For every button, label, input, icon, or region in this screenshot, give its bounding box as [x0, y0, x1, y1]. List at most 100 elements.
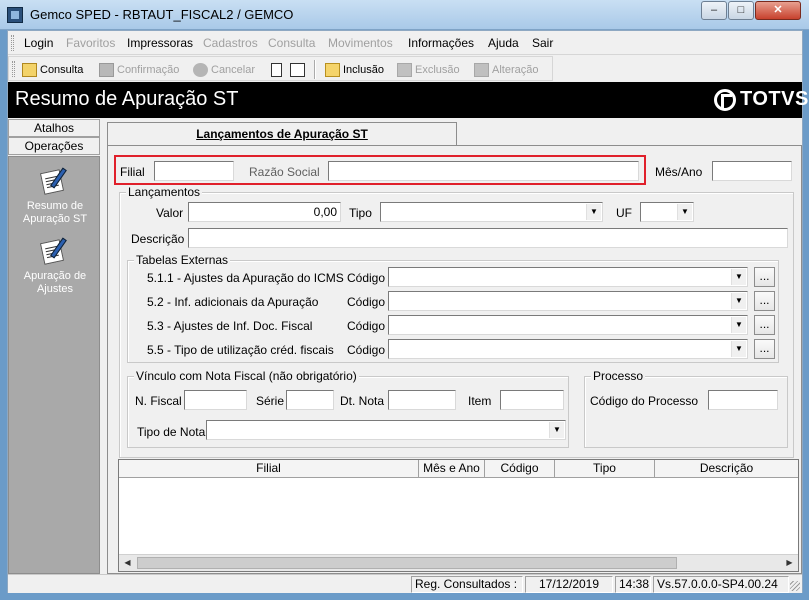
tabela-5-5-select[interactable]: ▼	[388, 339, 748, 359]
menu-informacoes[interactable]: Informações	[408, 36, 474, 50]
razao-social-label: Razão Social	[249, 165, 320, 179]
chevron-down-icon[interactable]: ▼	[549, 422, 564, 438]
tipo-select[interactable]: ▼	[380, 202, 603, 222]
totvs-logo-icon	[714, 88, 736, 111]
edit-icon	[474, 62, 489, 77]
sidebar-tab-operacoes[interactable]: Operações	[8, 137, 100, 155]
scroll-left-icon[interactable]: ◀	[119, 555, 136, 571]
chevron-down-icon[interactable]: ▼	[677, 204, 692, 220]
menu-bar: Login Favoritos Impressoras Cadastros Co…	[8, 31, 802, 55]
column-header-filial[interactable]: Filial	[119, 460, 419, 478]
tabela-5-1-1-browse-button[interactable]: ...	[754, 267, 775, 287]
help-button[interactable]	[290, 61, 305, 78]
filial-label: Filial	[120, 165, 145, 179]
tabela-5-2-browse-button[interactable]: ...	[754, 291, 775, 311]
nfiscal-input[interactable]	[184, 390, 247, 410]
new-document-button[interactable]	[271, 61, 282, 78]
vinculo-group-title: Vínculo com Nota Fiscal (não obrigatório…	[134, 369, 359, 383]
status-version: Vs.57.0.0.0-SP4.00.24	[653, 576, 789, 593]
lancamentos-group-title: Lançamentos	[126, 185, 203, 199]
app-icon	[7, 7, 23, 23]
tabela-5-3-select[interactable]: ▼	[388, 315, 748, 335]
new-record-icon	[325, 62, 340, 77]
delete-icon	[397, 62, 412, 77]
tabela-5-1-1-label: 5.1.1 - Ajustes da Apuração do ICMS	[147, 271, 344, 285]
razao-social-input[interactable]	[328, 161, 639, 181]
nfiscal-label: N. Fiscal	[135, 394, 182, 408]
inclusao-label: Inclusão	[343, 63, 384, 76]
document-icon	[271, 62, 282, 77]
horizontal-scrollbar[interactable]: ◀ ▶	[119, 554, 798, 571]
column-header-tipo[interactable]: Tipo	[555, 460, 655, 478]
item-input[interactable]	[500, 390, 564, 410]
scroll-thumb[interactable]	[137, 557, 677, 569]
column-header-descricao[interactable]: Descrição	[655, 460, 798, 478]
sidebar-item-label: Ajustes	[36, 283, 74, 295]
save-icon	[99, 62, 114, 77]
tiponota-select[interactable]: ▼	[206, 420, 566, 440]
dtnota-input[interactable]	[388, 390, 456, 410]
exclusao-label: Exclusão	[415, 63, 460, 76]
column-header-mes-ano[interactable]: Mês e Ano	[419, 460, 485, 478]
mes-ano-input[interactable]	[712, 161, 792, 181]
resize-grip-icon[interactable]	[790, 581, 800, 591]
menu-movimentos[interactable]: Movimentos	[328, 36, 393, 50]
processo-group-title: Processo	[591, 369, 646, 383]
menu-consulta[interactable]: Consulta	[268, 36, 315, 50]
maximize-button[interactable]: □	[728, 1, 754, 20]
descricao-input[interactable]	[188, 228, 788, 248]
tabela-5-2-select[interactable]: ▼	[388, 291, 748, 311]
chevron-down-icon[interactable]: ▼	[731, 293, 746, 309]
sidebar-tab-atalhos[interactable]: Atalhos	[8, 119, 100, 137]
chevron-down-icon[interactable]: ▼	[731, 317, 746, 333]
chevron-down-icon[interactable]: ▼	[731, 341, 746, 357]
descricao-label: Descrição	[131, 232, 185, 246]
alteracao-label: Alteração	[492, 63, 539, 76]
close-button[interactable]: ✕	[755, 1, 801, 20]
tabela-5-1-1-select[interactable]: ▼	[388, 267, 748, 287]
codigo-processo-input[interactable]	[708, 390, 778, 410]
minimize-button[interactable]: –	[701, 1, 727, 20]
column-header-codigo[interactable]: Código	[485, 460, 555, 478]
uf-select[interactable]: ▼	[640, 202, 694, 222]
folder-search-icon	[22, 62, 37, 77]
codigo-label: Código	[347, 343, 386, 357]
menu-favoritos[interactable]: Favoritos	[66, 36, 115, 50]
status-reg-consultados-label: Reg. Consultados :	[411, 576, 523, 593]
tab-lancamentos-apuracao-st[interactable]: Lançamentos de Apuração ST	[107, 122, 457, 146]
chevron-down-icon[interactable]: ▼	[731, 269, 746, 285]
consulta-button[interactable]: Consulta	[22, 61, 83, 78]
menu-cadastros[interactable]: Cadastros	[203, 36, 258, 50]
sidebar-item-label: Resumo de	[26, 200, 84, 212]
tabela-5-3-browse-button[interactable]: ...	[754, 315, 775, 335]
tabela-5-5-browse-button[interactable]: ...	[754, 339, 775, 359]
uf-label: UF	[616, 206, 632, 220]
sidebar-item-apuracao-ajustes[interactable]: Apuração de Ajustes	[9, 237, 101, 296]
menu-ajuda[interactable]: Ajuda	[488, 36, 519, 50]
title-bar: Gemco SPED - RBTAUT_FISCAL2 / GEMCO – □ …	[0, 0, 809, 30]
valor-input[interactable]: 0,00	[188, 202, 341, 222]
sidebar: Atalhos Operações Resumo de Apuração ST …	[8, 119, 101, 574]
cancelar-button[interactable]: Cancelar	[193, 61, 255, 78]
dtnota-label: Dt. Nota	[340, 394, 385, 408]
confirmacao-button[interactable]: Confirmação	[99, 61, 179, 78]
consulta-label: Consulta	[40, 63, 84, 76]
menu-login[interactable]: Login	[24, 36, 53, 50]
lancamentos-grid[interactable]: Filial Mês e Ano Código Tipo Descrição ◀…	[118, 459, 799, 572]
status-empty	[9, 576, 409, 593]
scroll-right-icon[interactable]: ▶	[781, 555, 798, 571]
menu-impressoras[interactable]: Impressoras	[127, 36, 193, 50]
chevron-down-icon[interactable]: ▼	[586, 204, 601, 220]
grid-header: Filial Mês e Ano Código Tipo Descrição	[119, 460, 798, 478]
window-title: Gemco SPED - RBTAUT_FISCAL2 / GEMCO	[30, 7, 294, 22]
serie-input[interactable]	[286, 390, 334, 410]
alteracao-button[interactable]: Alteração	[474, 61, 538, 78]
inclusao-button[interactable]: Inclusão	[325, 61, 384, 78]
serie-label: Série	[256, 394, 285, 408]
exclusao-button[interactable]: Exclusão	[397, 61, 460, 78]
filial-input[interactable]	[154, 161, 234, 181]
document-pen-icon	[38, 167, 72, 197]
sidebar-item-resumo-apuracao-st[interactable]: Resumo de Apuração ST	[9, 167, 101, 226]
codigo-processo-label: Código do Processo	[590, 394, 699, 408]
menu-sair[interactable]: Sair	[532, 36, 553, 50]
